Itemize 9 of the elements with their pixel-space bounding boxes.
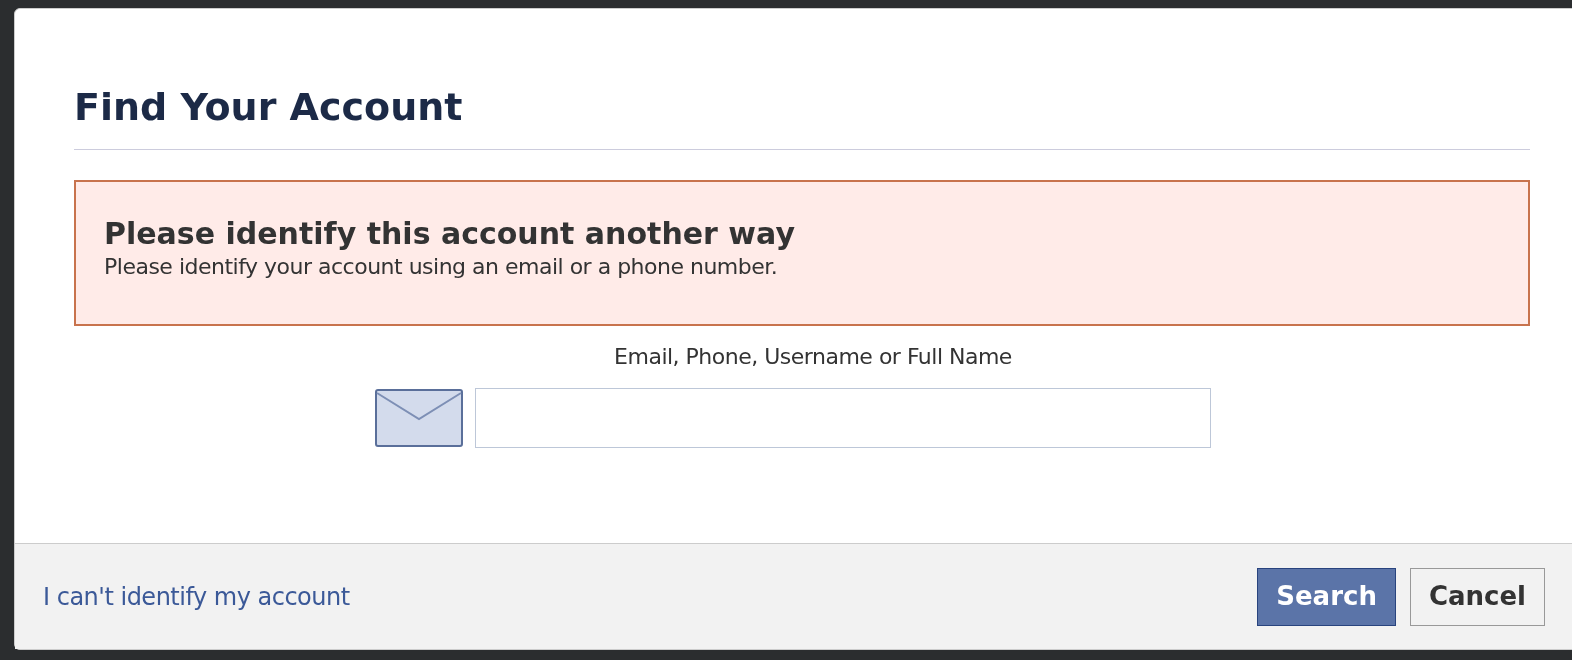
account-search-field[interactable] (475, 388, 1211, 448)
cancel-button[interactable]: Cancel (1409, 567, 1545, 626)
alert-heading: Please identify this account another way (104, 216, 796, 252)
envelope-icon (375, 389, 463, 447)
cant-identify-link[interactable]: I can't identify my account (43, 578, 350, 615)
field-label: Email, Phone, Username or Full Name (614, 343, 1012, 371)
dialog-title: Find Your Account (74, 79, 1530, 150)
search-button[interactable]: Search (1257, 567, 1396, 626)
alert-message: Please identify your account using an email or a phone number. (104, 253, 779, 281)
